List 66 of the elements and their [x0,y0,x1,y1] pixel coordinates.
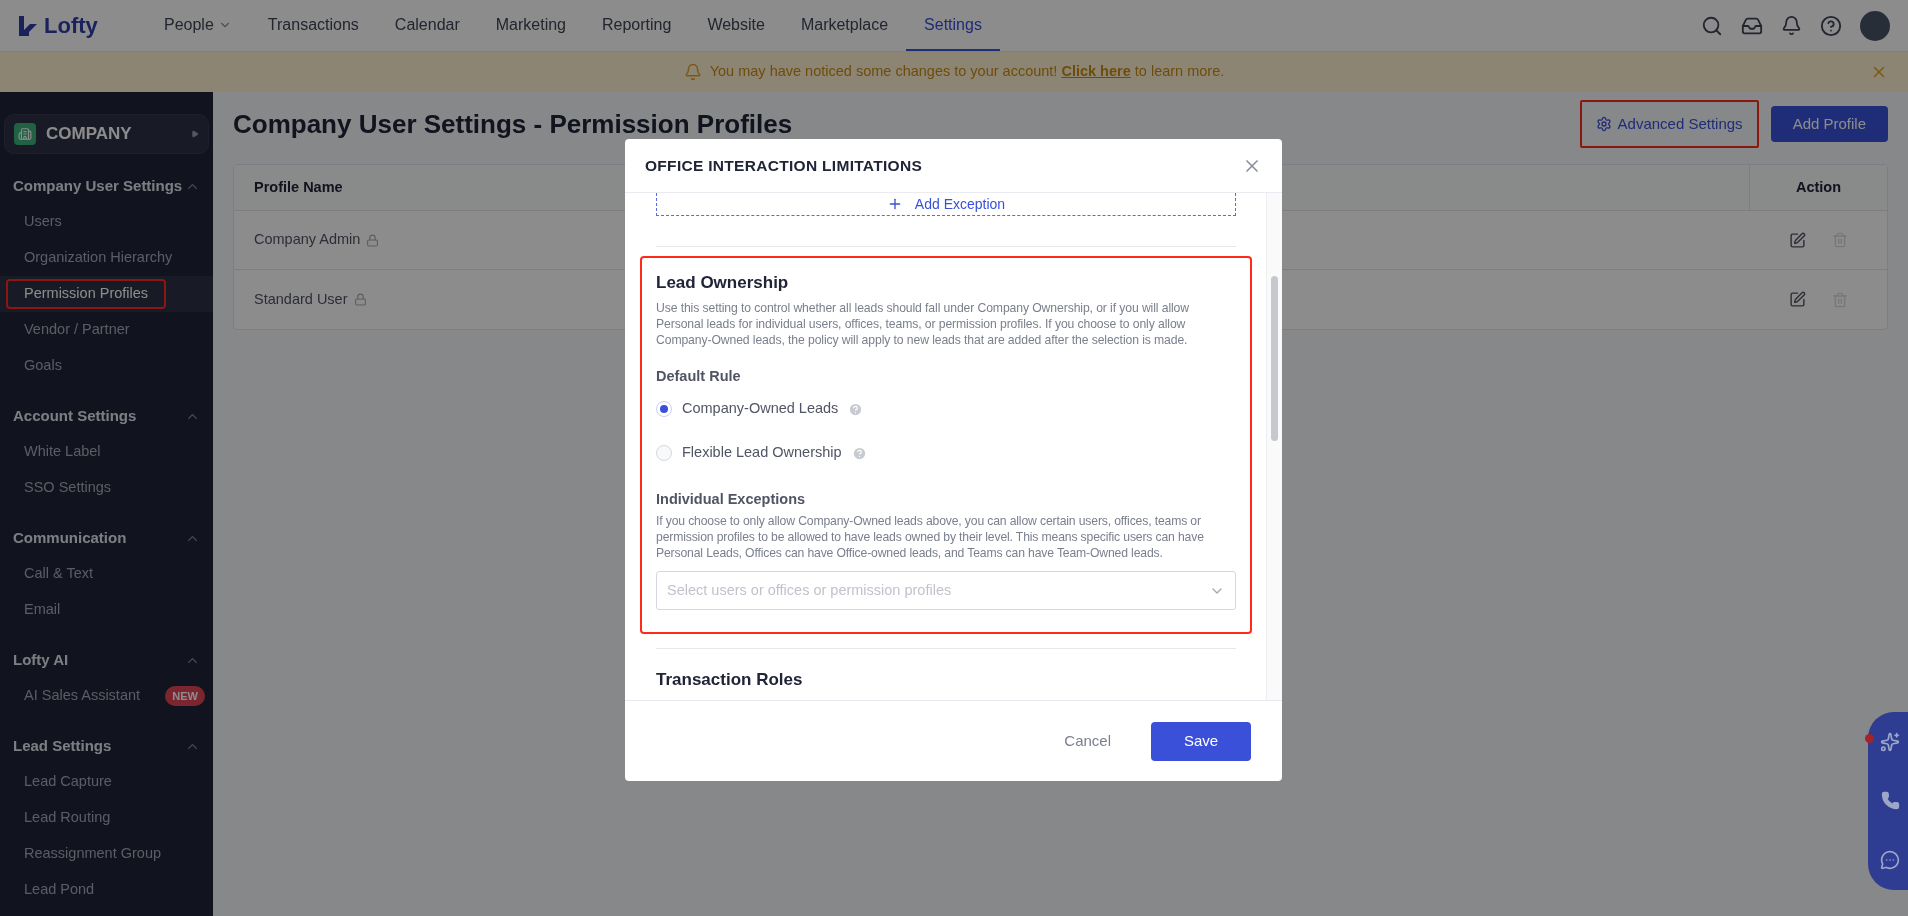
exceptions-description: If you choose to only allow Company-Owned leads above, you can allow certain users, offices, teams or permission profiles to be allowed to have leads owned by their level. This means specific users can have Personal Leads, Offices can have Office-owned leads, and Teams can have Team-Owned leads. [656,513,1205,561]
sidebar-item[interactable]: Reassignment Group [0,836,213,872]
sidebar-item[interactable]: White Label [0,434,213,470]
building-icon [14,123,36,145]
avatar[interactable] [1860,10,1890,41]
sidebar-section-header[interactable]: Lead Settings [0,728,213,764]
scrollbar-thumb[interactable] [1271,276,1278,441]
sidebar-section-header[interactable]: Account Settings [0,398,213,434]
select-placeholder: Select users or offices or permission profiles [667,580,952,600]
nav-tab[interactable]: Calendar [376,0,478,51]
nav-tab[interactable]: Reporting [584,0,690,51]
profile-name-cell-text: Standard User [253,289,348,309]
settings-icon [1595,116,1612,132]
chat-icon[interactable] [1880,850,1900,871]
caret-right-icon [191,130,199,138]
bell-icon[interactable] [1781,15,1802,36]
page-title: Company User Settings - Permission Profiles [233,107,793,141]
radio-option[interactable]: Company-Owned Leads [656,398,839,421]
search-icon[interactable] [1701,14,1723,37]
sidebar-section-header[interactable]: Communication [0,520,213,556]
column-header: Profile Name [253,177,343,197]
bell-icon [683,63,702,81]
logo-text: Lofty [44,12,98,40]
column-header: Action [1795,177,1842,197]
edit-icon[interactable] [1788,231,1806,249]
sidebar-item[interactable]: Lead Capture [0,764,213,800]
section-title: Lead Ownership [656,272,790,294]
sidebar-item[interactable]: Organization Hierarchy [0,240,213,276]
sidebar-item[interactable]: SSO Settings [0,470,213,506]
section-title: Transaction Roles [656,669,804,691]
sidebar-item[interactable]: Users [0,204,213,240]
nav-tab[interactable]: Marketing [477,0,584,51]
sidebar-item[interactable]: Lead Routing [0,800,213,836]
workspace-switcher[interactable]: COMPANY [4,114,209,154]
nav-tab[interactable]: Marketplace [782,0,907,51]
sidebar-item[interactable]: Email [0,592,213,628]
cancel-button[interactable]: Cancel [1060,729,1115,753]
exceptions-label: Individual Exceptions [656,490,807,510]
sidebar-item[interactable]: Vendor / Partner [0,312,213,348]
advanced-settings-button[interactable]: Advanced Settings [1579,100,1759,148]
section-description: Use this setting to control whether all leads should fall under Company Ownership, or if you will allow Personal leads for individual users, offices, teams, or permission profiles. If you choose to only allow Company-Owned leads, the policy will apply to new leads that are added after the selection is made. [656,299,1190,348]
save-button[interactable]: Save [1151,721,1251,761]
edit-icon[interactable] [1788,291,1806,308]
sidebar-item[interactable]: AI Sales Assistant NEW [0,678,213,714]
add-exception-button[interactable]: Add Exception [656,193,1236,216]
nav-tab[interactable]: Website [689,0,783,51]
profile-name-cell-text: Company Admin [253,230,361,250]
sidebar-item[interactable]: Goals [0,348,213,384]
modal-title: OFFICE INTERACTION LIMITATIONS [645,155,923,176]
nav-tab[interactable]: Transactions [249,0,377,51]
click-here-link[interactable]: Click here [1061,63,1131,80]
sidebar-item[interactable]: Lead Pond [0,872,213,908]
new-badge: NEW [165,686,205,706]
default-rule-label: Default Rule [656,366,742,386]
add-profile-button[interactable]: Add Profile [1770,106,1888,142]
help-icon[interactable] [1820,14,1842,37]
logo-icon [18,14,38,37]
sidebar-item[interactable]: Permission Profiles [0,276,213,312]
notice-text: You may have noticed some changes to your account! Click here to learn more. [709,62,1225,82]
sidebar-item[interactable]: Call & Text [0,556,213,592]
assistant-icon[interactable] [1880,731,1900,752]
sidebar-section-header[interactable]: Company User Settings [0,168,213,204]
nav-tab[interactable]: People [146,0,250,51]
radio-option[interactable]: Flexible Lead Ownership [656,442,842,465]
phone-icon[interactable] [1880,791,1900,811]
sidebar-section-header[interactable]: Lofty AI [0,642,213,678]
